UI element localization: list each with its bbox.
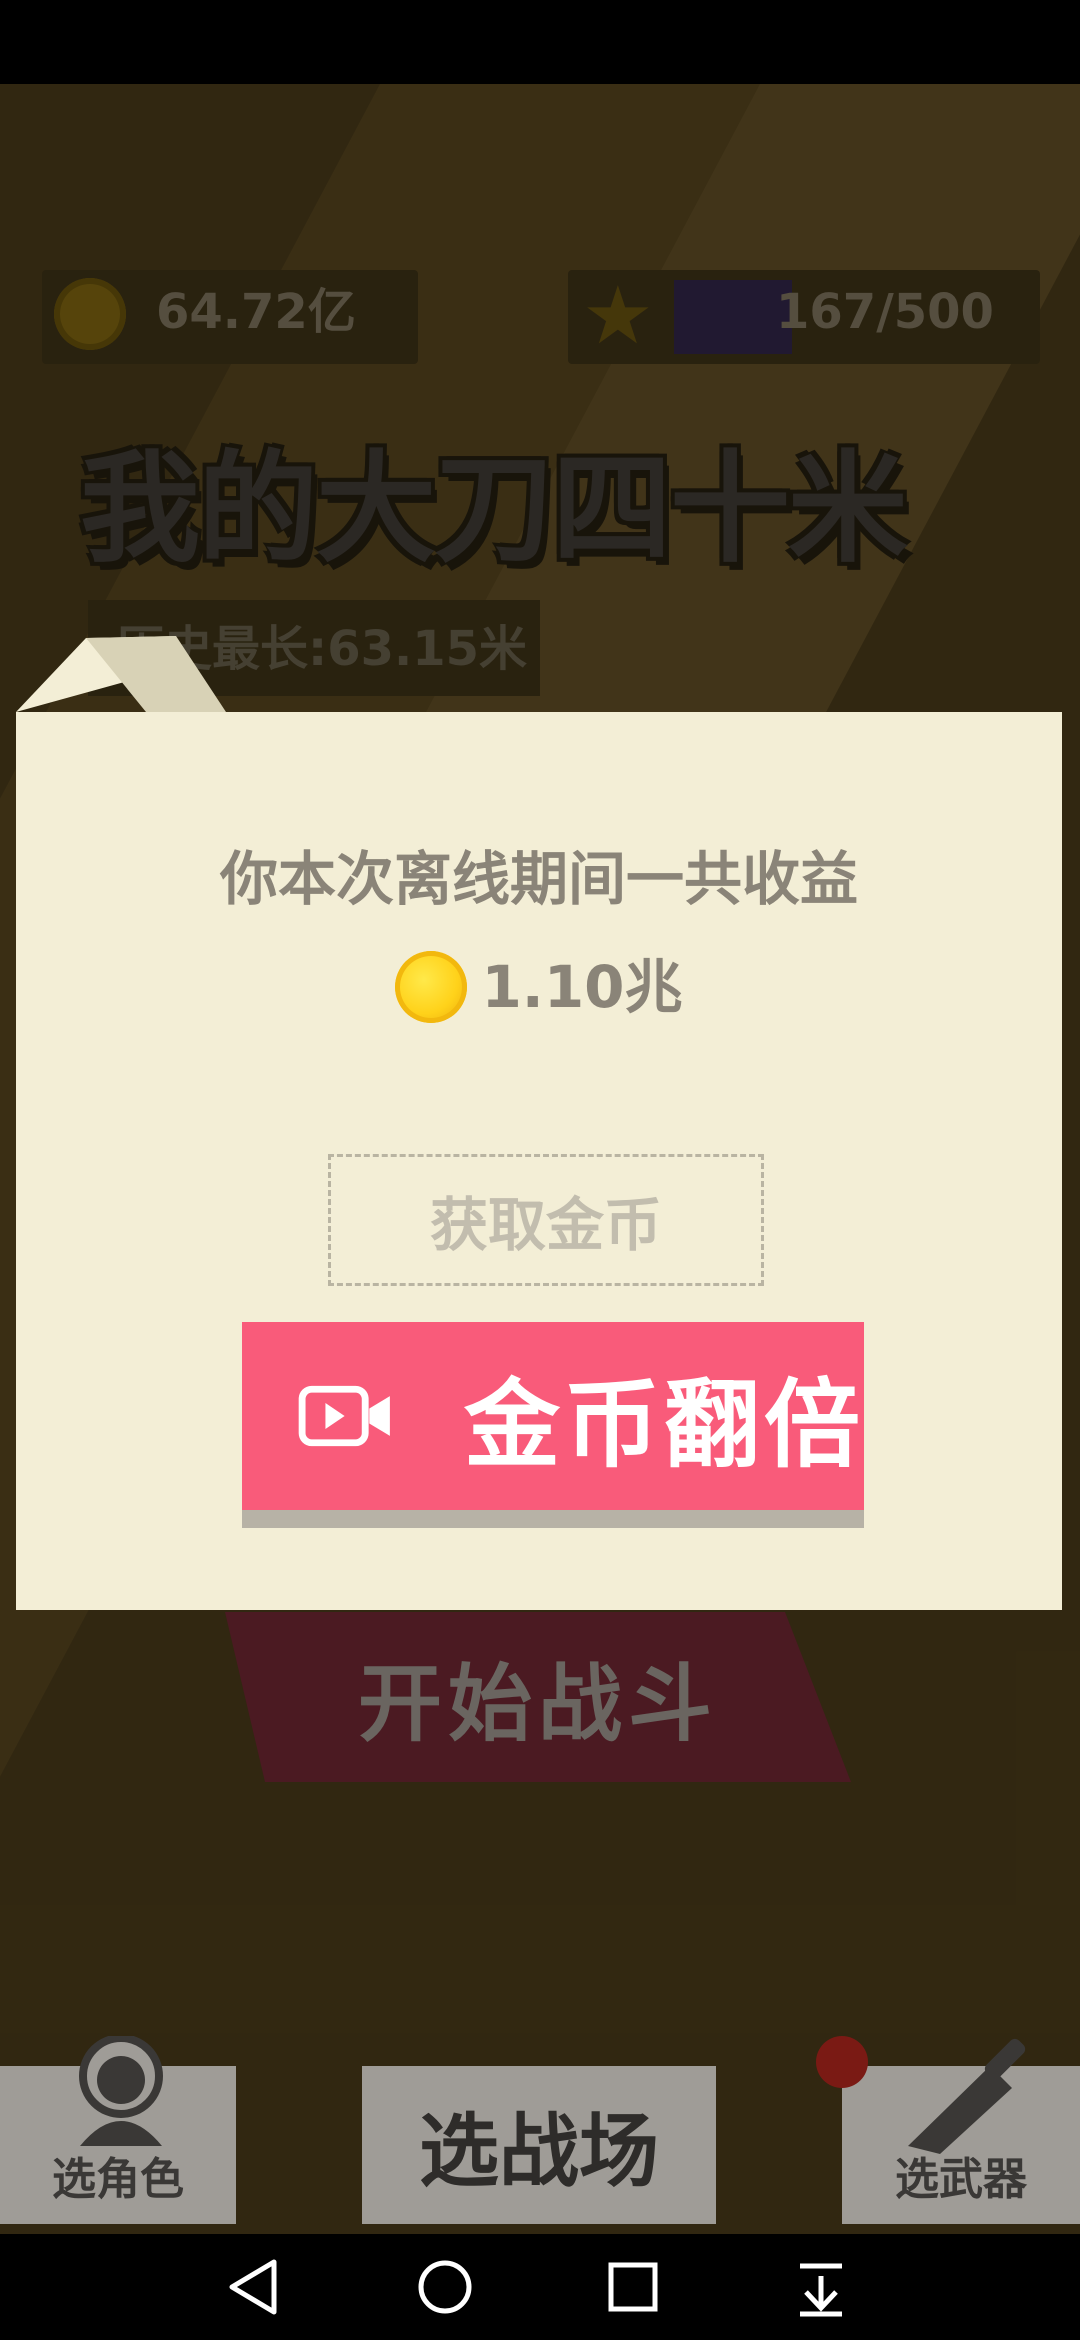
get-coins-button[interactable]: 获取金币 xyxy=(328,1154,764,1286)
dialog-paper-flap xyxy=(16,636,246,716)
person-icon xyxy=(79,2036,163,2146)
home-circle-icon[interactable] xyxy=(402,2244,488,2330)
back-triangle-icon[interactable] xyxy=(212,2244,298,2330)
tab-character-label: 选角色 xyxy=(52,2154,184,2205)
get-coins-label: 获取金币 xyxy=(429,1191,662,1259)
notification-dot xyxy=(816,2036,868,2088)
double-coins-label: 金币翻倍 xyxy=(464,1368,864,1481)
knife-icon xyxy=(908,2038,1026,2154)
earnings-amount: 1.10兆 xyxy=(481,953,683,1021)
start-battle-button[interactable]: 开始战斗 xyxy=(225,1612,851,1782)
coin-icon xyxy=(395,951,468,1023)
recents-square-icon[interactable] xyxy=(590,2244,676,2330)
double-coins-button[interactable]: 金币翻倍 xyxy=(242,1322,864,1528)
video-camera-icon xyxy=(298,1385,390,1447)
system-nav-bar xyxy=(0,2234,1080,2340)
tab-weapon-label: 选武器 xyxy=(895,2154,1027,2205)
double-coins-button-shadow xyxy=(242,1510,864,1528)
start-battle-label: 开始战斗 xyxy=(357,1654,718,1753)
offline-earnings-message: 你本次离线期间一共收益 xyxy=(219,845,858,913)
double-coins-button-face: 金币翻倍 xyxy=(242,1322,864,1510)
earnings-row: 1.10兆 xyxy=(16,944,1062,1030)
status-bar xyxy=(0,0,1080,84)
tab-arena-label: 选战场 xyxy=(419,2105,659,2198)
download-arrow-icon[interactable] xyxy=(778,2244,864,2330)
